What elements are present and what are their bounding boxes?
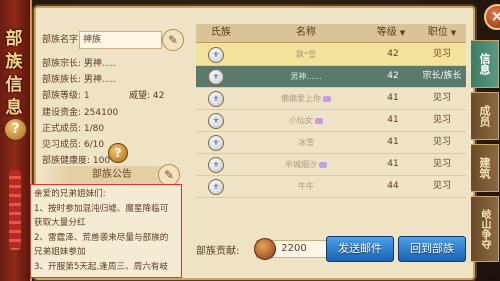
member-level: 42 <box>387 49 399 59</box>
notice-line: 兄弟姐妹参加 <box>34 247 86 257</box>
header-level-label: 等级 <box>376 27 397 38</box>
member-position: 见习 <box>432 115 451 125</box>
contribution-value: 2200 <box>281 243 307 254</box>
sort-down-icon: ▼ <box>450 29 457 37</box>
tab-info[interactable]: 信息 <box>471 40 499 88</box>
send-mail-button[interactable]: 发送邮件 <box>326 236 394 262</box>
vip-gem-icon <box>315 117 323 124</box>
member-level: 41 <box>387 137 399 147</box>
member-name-text: 偏偏爱上你 <box>281 94 321 103</box>
member-position: 见习 <box>432 49 451 59</box>
member-name: 飘*雪 <box>296 50 316 59</box>
tab-buildings[interactable]: 建筑 <box>471 144 499 192</box>
clan-emblem-icon: ⚜ <box>208 113 224 129</box>
member-name: 牛牛 <box>298 182 314 191</box>
member-name: 冰雪 <box>298 138 314 147</box>
members-value: 1/80 <box>83 124 105 134</box>
header-position[interactable]: 职位 ▼ <box>418 24 466 42</box>
member-name-text: 小仙女 <box>289 116 313 125</box>
table-row[interactable]: ⚜ 小仙女 41 见习 <box>196 110 466 132</box>
notice-board: 亲爱的兄弟姐妹们: 1、按时参加混沌归墟、魔星降临可 获取大量分红 2、雷霆泽、… <box>30 184 182 278</box>
member-level: 41 <box>387 159 399 169</box>
clan-name-field[interactable]: 神族 <box>79 31 162 49</box>
header-clan: 氏族 <box>211 27 231 38</box>
health-value: 100 <box>92 156 111 166</box>
clan-emblem-icon: ⚜ <box>208 179 224 195</box>
member-name-text: 半城烟沙 <box>285 160 317 169</box>
banner-help-icon[interactable]: ? <box>4 118 27 141</box>
clan-info-screen: 部族信息 ? × 部族名字: 神族 ✎ 部族宗长: 男神..... 部族族长: … <box>0 0 500 281</box>
header-position-label: 职位 <box>427 27 448 38</box>
notice-line: 获取大量分红 <box>34 218 86 228</box>
member-name: 半城烟沙 <box>266 154 346 175</box>
level-value: 1 <box>83 91 90 101</box>
side-banner: 部族信息 ? <box>0 0 32 281</box>
clan-emblem-icon: ⚜ <box>208 69 224 85</box>
pencil-icon: ✎ <box>167 33 179 47</box>
clan-emblem-icon: ⚜ <box>208 91 224 107</box>
table-row[interactable]: ⚜ 半城烟沙 41 见习 <box>196 154 466 176</box>
member-level: 44 <box>387 181 399 191</box>
chief-value: 男神..... <box>83 59 117 69</box>
funds-value: 254100 <box>83 108 119 118</box>
edit-name-button[interactable]: ✎ <box>162 29 184 51</box>
member-level: 41 <box>387 93 399 103</box>
vip-gem-icon <box>319 161 327 168</box>
tab-members[interactable]: 成员 <box>471 92 499 140</box>
tab-qishan-battle[interactable]: 岐山争夺 <box>471 196 499 262</box>
contribution-field: 2200 <box>254 238 332 260</box>
contribution-coin-icon <box>254 238 276 260</box>
notice-line: 3、开服第5天起,逢周三、周六有岐 <box>34 262 168 272</box>
pencil-icon: ✎ <box>163 168 175 182</box>
trainees-label: 见习成员: <box>42 140 82 150</box>
member-position: 见习 <box>432 93 451 103</box>
banner-title: 部族信息 <box>5 29 25 118</box>
contribution-label: 部族贡献: <box>196 246 240 257</box>
table-row[interactable]: ⚜ 飘*雪 42 见习 <box>196 44 466 66</box>
member-name: 偏偏爱上你 <box>266 88 346 109</box>
member-position: 宗长/族长 <box>422 71 462 81</box>
funds-label: 建设资金: <box>42 108 82 118</box>
member-name: 男神...... <box>290 72 322 81</box>
trainees-value: 6/10 <box>83 140 105 150</box>
return-clan-button[interactable]: 回到部族 <box>398 236 466 262</box>
clan-emblem-icon: ⚜ <box>208 47 224 63</box>
deputy-label: 部族族长: <box>42 75 82 85</box>
notice-line: 1、按时参加混沌归墟、魔星降临可 <box>34 204 169 214</box>
chief-label: 部族宗长: <box>42 59 82 69</box>
notice-line: 2、雷霆泽、荒兽袭来尽量与部族的 <box>34 233 169 243</box>
header-name: 名称 <box>296 27 316 38</box>
clan-emblem-icon: ⚜ <box>208 157 224 173</box>
deputy-value: 男神..... <box>83 75 117 85</box>
close-button[interactable]: × <box>484 4 500 30</box>
tassel-decoration <box>9 170 21 250</box>
member-position: 见习 <box>432 181 451 191</box>
notice-line: 亲爱的兄弟姐妹们: <box>34 189 106 199</box>
member-name: 小仙女 <box>266 110 346 131</box>
header-level[interactable]: 等级 ▼ <box>366 24 416 42</box>
member-level: 41 <box>387 115 399 125</box>
health-help-icon[interactable]: ? <box>108 143 128 163</box>
member-position: 见习 <box>432 137 451 147</box>
clan-emblem-icon: ⚜ <box>208 135 224 151</box>
clan-panel: × 部族名字: 神族 ✎ 部族宗长: 男神..... 部族族长: 男神.....… <box>30 4 500 280</box>
sort-down-icon: ▼ <box>399 29 406 37</box>
table-row[interactable]: ⚜ 牛牛 44 见习 <box>196 176 466 198</box>
prestige-label: 威望: <box>129 91 151 101</box>
name-label: 部族名字: <box>42 35 82 45</box>
health-label: 部族健康度: <box>42 156 91 166</box>
member-position: 见习 <box>432 159 451 169</box>
edit-notice-button[interactable]: ✎ <box>158 164 180 186</box>
members-label: 正式成员: <box>42 124 82 134</box>
vip-gem-icon <box>323 95 331 102</box>
table-row[interactable]: ⚜ 冰雪 41 见习 <box>196 132 466 154</box>
table-row[interactable]: ⚜ 偏偏爱上你 41 见习 <box>196 88 466 110</box>
table-header: 氏族 名称 等级 ▼ 职位 ▼ <box>196 24 466 43</box>
level-label: 部族等级: <box>42 91 82 101</box>
member-level: 42 <box>387 71 399 81</box>
prestige-value: 42 <box>152 91 165 101</box>
table-row[interactable]: ⚜ 男神...... 42 宗长/族长 <box>196 66 466 88</box>
